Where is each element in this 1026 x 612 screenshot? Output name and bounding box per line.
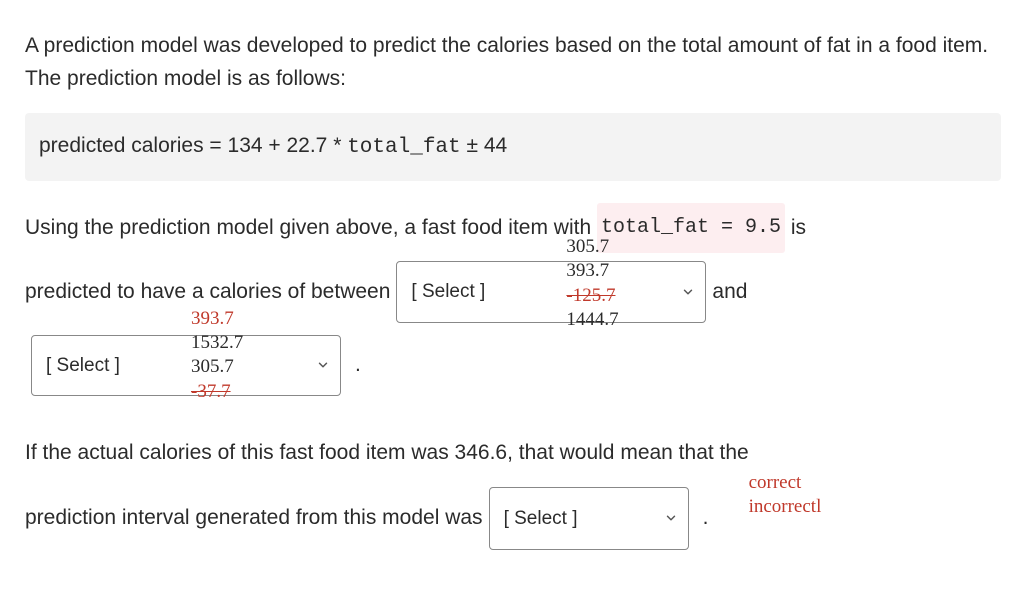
q2-period: . xyxy=(703,493,709,543)
select1-option: -125.7 xyxy=(566,284,618,308)
select3-wrap: [ Select ] correct incorrectl xyxy=(489,487,689,551)
select1-option: 393.7 xyxy=(566,259,618,283)
select2-option: -37.7 xyxy=(191,380,243,404)
q2-line1: If the actual calories of this fast food… xyxy=(25,428,1001,478)
q2-text-line1: If the actual calories of this fast food… xyxy=(25,428,749,478)
select1-wrap: [ Select ] 305.7 393.7 -125.7 1444.7 xyxy=(396,261,706,323)
chevron-down-icon xyxy=(664,511,678,525)
select3-placeholder: [ Select ] xyxy=(504,496,578,542)
q2-line2: prediction interval generated from this … xyxy=(25,487,1001,551)
select2-option: 393.7 xyxy=(191,307,243,331)
q1-period: . xyxy=(355,340,361,390)
select1-option: 305.7 xyxy=(566,235,618,259)
select3-options-overlay: correct incorrectl xyxy=(749,471,822,520)
select1-dropdown[interactable]: [ Select ] xyxy=(396,261,706,323)
q2-line2-prefix: prediction interval generated from this … xyxy=(25,493,483,543)
formula-box: predicted calories = 134 + 22.7 * total_… xyxy=(25,113,1001,181)
select1-options-overlay: 305.7 393.7 -125.7 1444.7 xyxy=(566,235,618,332)
select3-option: correct xyxy=(749,471,822,495)
q1-line3: [ Select ] 393.7 1532.7 305.7 -37.7 . xyxy=(25,335,1001,397)
q1-line1: Using the prediction model given above, … xyxy=(25,203,1001,253)
select2-options-overlay: 393.7 1532.7 305.7 -37.7 xyxy=(191,307,243,404)
q1-text-part2: is xyxy=(791,203,806,253)
select1-option: 1444.7 xyxy=(566,308,618,332)
formula-prefix: predicted calories = 134 + 22.7 * xyxy=(39,134,347,157)
select2-placeholder: [ Select ] xyxy=(46,343,120,389)
select1-placeholder: [ Select ] xyxy=(411,269,485,315)
select2-dropdown[interactable]: [ Select ] xyxy=(31,335,341,397)
select2-option: 1532.7 xyxy=(191,331,243,355)
q1-and-text: and xyxy=(712,267,747,317)
formula-suffix: ± 44 xyxy=(461,134,508,157)
q1-line2: predicted to have a calories of between … xyxy=(25,261,1001,323)
select3-dropdown[interactable]: [ Select ] xyxy=(489,487,689,551)
inline-code-totalfat: total_fat = 9.5 xyxy=(597,203,785,253)
select3-option: incorrectl xyxy=(749,495,822,519)
select2-option: 305.7 xyxy=(191,355,243,379)
chevron-down-icon xyxy=(681,285,695,299)
q1-text-part1: Using the prediction model given above, … xyxy=(25,203,591,253)
chevron-down-icon xyxy=(316,358,330,372)
formula-variable: total_fat xyxy=(347,136,460,159)
select2-wrap: [ Select ] 393.7 1532.7 305.7 -37.7 xyxy=(31,335,341,397)
question-body: Using the prediction model given above, … xyxy=(25,203,1001,551)
intro-text: A prediction model was developed to pred… xyxy=(25,30,1001,95)
